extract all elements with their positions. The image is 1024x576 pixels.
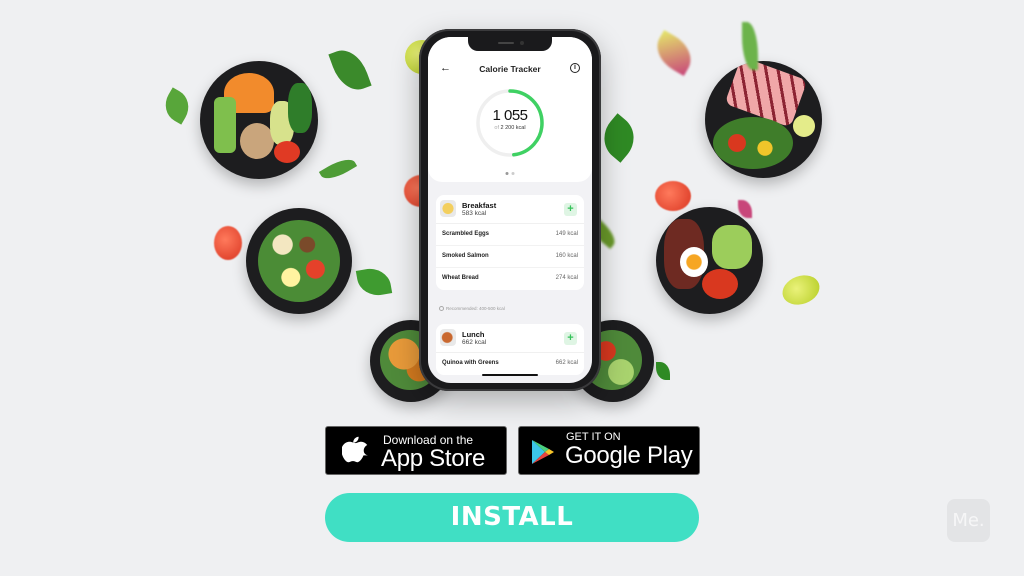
food-row[interactable]: Wheat Bread 274 kcal — [436, 268, 584, 290]
food-row[interactable]: Scrambled Eggs 149 kcal — [436, 224, 584, 246]
home-indicator[interactable] — [482, 373, 538, 376]
spinach-leaf-icon — [328, 44, 372, 96]
page-dot[interactable] — [511, 172, 515, 175]
page-dot[interactable] — [505, 172, 509, 175]
screen-title: Calorie Tracker — [479, 64, 541, 74]
me-watermark-logo: Me. — [947, 499, 990, 542]
food-row[interactable]: Smoked Salmon 160 kcal — [436, 246, 584, 268]
spinach-leaf-icon — [594, 113, 644, 163]
chard-leaf-icon — [738, 200, 752, 218]
lime-slice-icon — [778, 270, 824, 310]
calorie-readout: 1 055 of 2 200 kcal — [470, 107, 550, 131]
lunch-thumbnail — [440, 329, 456, 346]
info-icon[interactable]: i — [570, 63, 580, 73]
food-bowl-egg-avocado — [656, 207, 763, 314]
phone-screen: ← Calorie Tracker i 1 055 of 2 200 kcal … — [428, 37, 592, 383]
install-button[interactable]: INSTALL — [325, 493, 699, 542]
chard-leaf-icon — [649, 30, 699, 76]
food-bowl-nicoise — [246, 208, 352, 314]
app-store-button[interactable]: Download on the App Store — [325, 426, 507, 475]
apple-logo-icon — [342, 436, 368, 463]
meal-name: Breakfast — [462, 201, 497, 210]
meal-card-breakfast: Breakfast 583 kcal + Scrambled Eggs 149 k… — [436, 195, 584, 290]
meal-card-lunch: Lunch 662 kcal + Quinoa with Greens 662 k… — [436, 324, 584, 375]
google-play-logo-icon — [532, 440, 554, 464]
breakfast-thumbnail — [440, 200, 456, 217]
recommendation-note: Recommended: 400-500 kcal — [439, 306, 505, 312]
info-icon — [439, 306, 444, 312]
app-nav-bar: ← Calorie Tracker i — [428, 62, 592, 76]
meal-kcal: 583 kcal — [462, 210, 487, 217]
phone-notch — [468, 37, 552, 51]
google-play-button[interactable]: GET IT ON Google Play — [518, 426, 700, 475]
food-bowl-quinoa-squash — [200, 61, 318, 179]
spinach-leaf-icon — [656, 362, 670, 380]
phone-mockup: ← Calorie Tracker i 1 055 of 2 200 kcal … — [419, 29, 601, 391]
meal-kcal: 662 kcal — [462, 339, 487, 346]
spinach-leaf-icon — [158, 87, 196, 125]
add-breakfast-button[interactable]: + — [564, 203, 577, 216]
spinach-leaf-icon — [355, 265, 393, 299]
google-play-line2: Google Play — [565, 442, 693, 469]
app-store-line2: App Store — [381, 445, 486, 472]
add-lunch-button[interactable]: + — [564, 332, 577, 345]
calories-consumed: 1 055 — [492, 107, 528, 124]
meal-name: Lunch — [462, 330, 485, 339]
calorie-goal: of 2 200 kcal — [494, 125, 526, 131]
food-bowl-tuna — [705, 61, 822, 178]
tomato-slice-icon — [655, 181, 691, 211]
food-row[interactable]: Quinoa with Greens 662 kcal — [436, 353, 584, 375]
calorie-summary-card: ← Calorie Tracker i 1 055 of 2 200 kcal — [428, 37, 592, 182]
tomato-slice-icon — [214, 226, 242, 260]
page-indicator[interactable] — [505, 172, 515, 175]
arugula-leaf-icon — [318, 153, 358, 185]
